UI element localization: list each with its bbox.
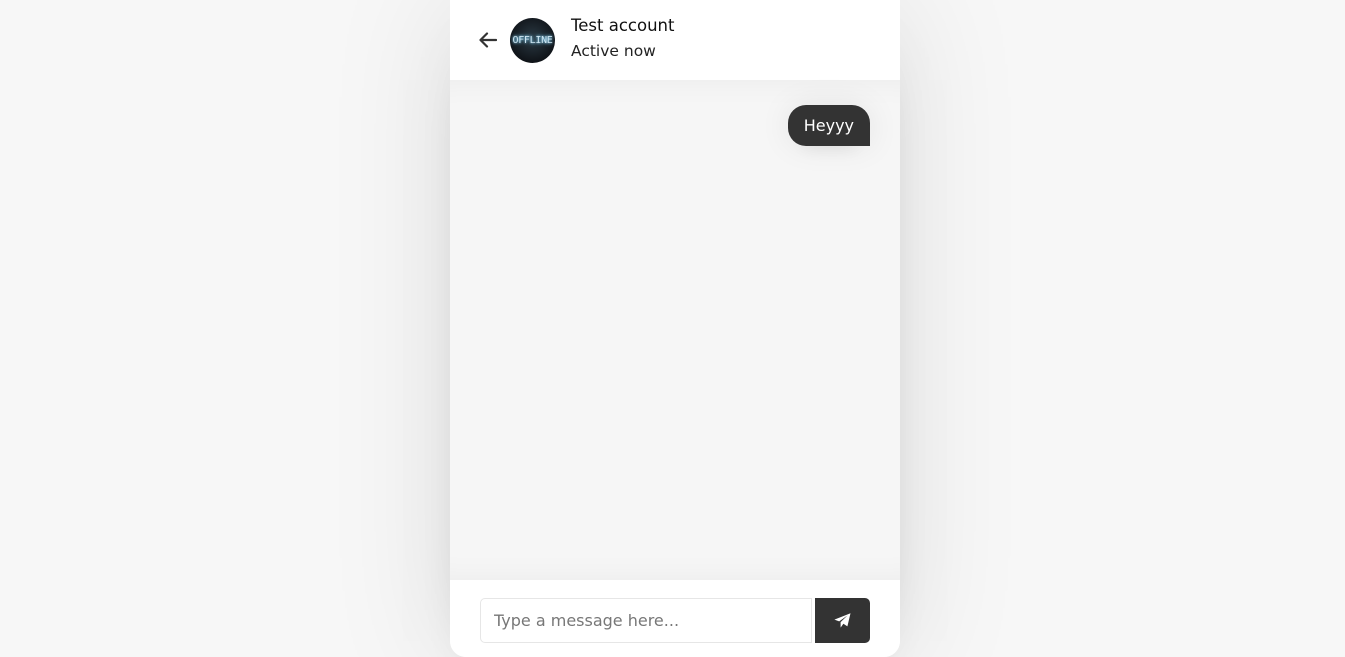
chat-header: OFFLINE Test account Active now [450,0,900,80]
contact-name: Test account [571,15,675,35]
avatar-label: OFFLINE [512,34,553,46]
message-input[interactable] [480,598,812,643]
send-button[interactable] [815,598,870,643]
arrow-left-icon [479,32,497,48]
paper-plane-icon [834,613,851,628]
chat-window: OFFLINE Test account Active now Heyyy [450,0,900,657]
chat-box[interactable]: Heyyy [450,80,900,580]
contact-details: Test account Active now [571,15,674,62]
avatar[interactable]: OFFLINE [510,17,555,63]
back-button[interactable] [478,30,498,50]
contact-status: Active now [571,41,656,60]
typing-area [450,580,900,657]
outgoing-message: Heyyy [787,105,870,146]
